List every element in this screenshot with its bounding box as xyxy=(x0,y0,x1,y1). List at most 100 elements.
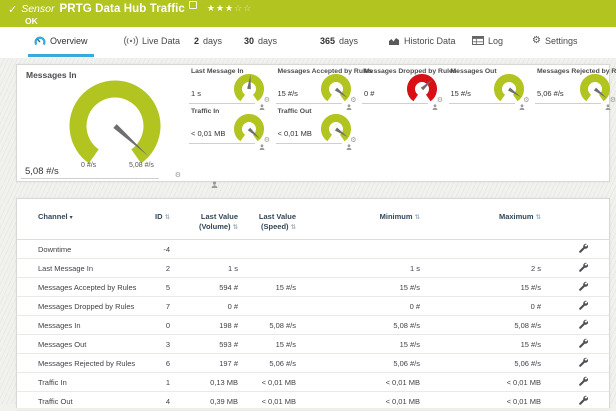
gear-icon[interactable]: ⚙ xyxy=(175,172,181,179)
table-row: Downtime-4 xyxy=(17,240,609,259)
cell-id: 7 xyxy=(153,302,170,311)
cell-channel[interactable]: Messages Dropped by Rules xyxy=(17,302,153,311)
tab-365-days[interactable]: 365days xyxy=(314,27,364,54)
tab-log[interactable]: Log xyxy=(466,27,509,54)
priority-stars[interactable]: ★★★☆☆ xyxy=(207,3,252,14)
sort-toggle-icon: ⇅ xyxy=(536,213,541,221)
channel-settings-wrench-icon[interactable] xyxy=(578,357,588,369)
column-header-speed[interactable]: Last Value(Speed)⇅ xyxy=(238,212,296,232)
gauge-footer-icons: ⚙ xyxy=(264,137,272,144)
cell-tools xyxy=(541,262,609,274)
cell-channel[interactable]: Traffic Out xyxy=(17,397,153,406)
gear-icon[interactable]: ⚙ xyxy=(350,97,356,104)
gauge-value: < 0,01 MB xyxy=(191,129,225,138)
main-gauge-scale-min: 0 #/s xyxy=(81,162,96,169)
channel-settings-wrench-icon[interactable] xyxy=(578,300,588,312)
channel-settings-wrench-icon[interactable] xyxy=(578,376,588,388)
tab-label: Historic Data xyxy=(404,36,456,46)
cell-id: 5 xyxy=(153,283,170,292)
cell-id: 2 xyxy=(153,264,170,273)
gauge-card-last-message-in[interactable]: Last Message In1 s⚙ xyxy=(189,67,273,104)
cell-id: 6 xyxy=(153,359,170,368)
cell-vol: 594 # xyxy=(170,283,238,292)
stars-filled[interactable]: ★★★ xyxy=(207,3,234,13)
channel-settings-wrench-icon[interactable] xyxy=(578,395,588,407)
cell-channel[interactable]: Downtime xyxy=(17,245,153,254)
sort-toggle-icon: ⇅ xyxy=(291,223,296,231)
sensor-title: PRTG Data Hub Traffic xyxy=(60,3,185,15)
gauge-footer-divider xyxy=(189,143,255,144)
cell-max: 5,08 #/s xyxy=(420,321,541,330)
channel-settings-wrench-icon[interactable] xyxy=(578,262,588,274)
channel-settings-wrench-icon[interactable] xyxy=(578,319,588,331)
column-header-label: ID xyxy=(155,212,163,221)
gauge-footer-icons: ⚙ xyxy=(350,97,358,104)
gear-icon: ⚙ xyxy=(532,36,541,46)
gauge-card-messages-out[interactable]: Messages Out15 #/s⚙ xyxy=(449,67,533,104)
gear-icon[interactable]: ⚙ xyxy=(610,97,616,104)
tab-live-data[interactable]: Live Data xyxy=(118,27,186,54)
gauge-card-traffic-in[interactable]: Traffic In< 0,01 MB⚙ xyxy=(189,107,273,144)
cell-speed: 15 #/s xyxy=(238,283,296,292)
cell-channel[interactable]: Messages In xyxy=(17,321,153,330)
cell-vol: 0 # xyxy=(170,302,238,311)
gauge-footer-icons: ⚙ xyxy=(610,97,616,104)
gauge-footer-icons: ⚙ xyxy=(264,97,272,104)
gear-icon[interactable]: ⚙ xyxy=(264,137,270,144)
cell-channel[interactable]: Traffic In xyxy=(17,378,153,387)
channel-settings-wrench-icon[interactable] xyxy=(578,281,588,293)
gauge-value: < 0,01 MB xyxy=(278,129,312,138)
column-header-label: Last Value xyxy=(259,212,296,221)
channel-settings-wrench-icon[interactable] xyxy=(578,338,588,350)
gear-icon[interactable]: ⚙ xyxy=(437,97,443,104)
gauge-footer-divider xyxy=(276,103,342,104)
gauge-footer-icons: ⚙ xyxy=(523,97,531,104)
table-row: Messages Out3593 #15 #/s15 #/s15 #/s xyxy=(17,335,609,354)
table-row: Messages In0198 #5,08 #/s5,08 #/s5,08 #/… xyxy=(17,316,609,335)
channel-table-body: Downtime-4Last Message In21 s1 s2 sMessa… xyxy=(17,240,609,411)
column-header-min[interactable]: Minimum⇅ xyxy=(296,212,420,221)
column-header-label: Minimum xyxy=(380,212,413,221)
gauge-card-traffic-out[interactable]: Traffic Out< 0,01 MB⚙ xyxy=(276,107,360,144)
column-header-label: Maximum xyxy=(499,212,534,221)
tab-label: Log xyxy=(488,36,503,46)
tab-historic-data[interactable]: Historic Data xyxy=(382,27,462,54)
gear-icon[interactable]: ⚙ xyxy=(523,97,529,104)
cell-channel[interactable]: Messages Out xyxy=(17,340,153,349)
column-header-id[interactable]: ID⇅ xyxy=(153,212,170,221)
tab-settings[interactable]: ⚙Settings xyxy=(526,27,584,54)
gear-icon[interactable]: ⚙ xyxy=(350,137,356,144)
gauge-card-messages-rejected-by-rules[interactable]: Messages Rejected by Rules5,06 #/s⚙ xyxy=(535,67,616,104)
gauge-card-messages-accepted-by-rules[interactable]: Messages Accepted by Rules15 #/s⚙ xyxy=(276,67,360,104)
tab-overview[interactable]: Overview xyxy=(28,27,94,57)
column-header-label: Channel xyxy=(38,212,68,221)
gauge-value: 15 #/s xyxy=(278,89,298,98)
channel-settings-wrench-icon[interactable] xyxy=(578,243,588,255)
cell-min: < 0,01 MB xyxy=(296,378,420,387)
gauge-value: 0 # xyxy=(364,89,374,98)
column-header-channel[interactable]: Channel▾ xyxy=(17,212,153,221)
stars-empty[interactable]: ☆☆ xyxy=(234,3,252,13)
column-header-max[interactable]: Maximum⇅ xyxy=(420,212,541,221)
gear-icon[interactable]: ⚙ xyxy=(264,97,270,104)
cell-min: 1 s xyxy=(296,264,420,273)
cell-tools xyxy=(541,281,609,293)
cell-channel[interactable]: Messages Rejected by Rules xyxy=(17,359,153,368)
gauge-card-messages-dropped-by-rules[interactable]: Messages Dropped by Rules0 #⚙ xyxy=(362,67,446,104)
cell-max: 5,06 #/s xyxy=(420,359,541,368)
sensor-status-badge: OK xyxy=(25,16,616,26)
tab-2-days[interactable]: 2days xyxy=(188,27,228,54)
tab-range-number: 365 xyxy=(320,36,335,46)
column-header-sublabel: (Speed) xyxy=(261,222,289,231)
main-gauge-value: 5,08 #/s xyxy=(25,166,59,177)
cell-min: 15 #/s xyxy=(296,340,420,349)
cell-channel[interactable]: Messages Accepted by Rules xyxy=(17,283,153,292)
column-header-vol[interactable]: Last Value(Volume)⇅ xyxy=(170,212,238,232)
cell-tools xyxy=(541,376,609,388)
main-gauge-card[interactable]: Messages In 0 #/s 5,08 #/s 5,08 #/s ⚙ xyxy=(17,65,187,181)
cell-channel[interactable]: Last Message In xyxy=(17,264,153,273)
cell-id: 4 xyxy=(153,397,170,406)
gauge-footer-icons: ⚙ xyxy=(175,172,183,179)
tab-30-days[interactable]: 30days xyxy=(238,27,283,54)
cell-min: 0 # xyxy=(296,302,420,311)
